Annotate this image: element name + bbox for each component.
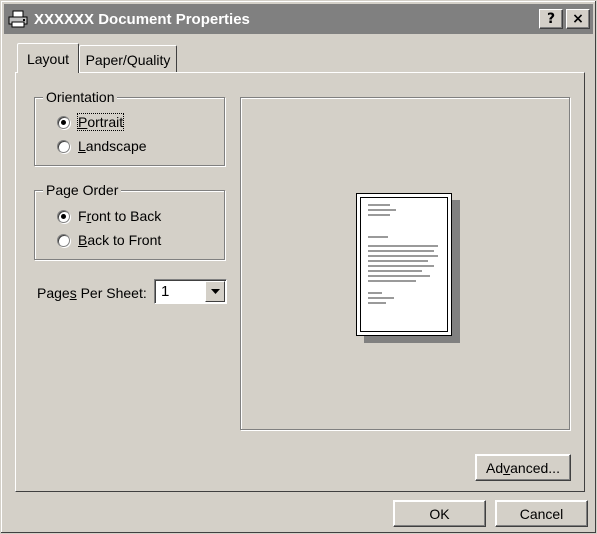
preview-text-line <box>368 204 390 206</box>
preview-text-line <box>368 260 428 262</box>
preview-text-line <box>368 280 416 282</box>
preview-text-line <box>368 265 434 267</box>
page-order-group-title: Page Order <box>43 181 122 199</box>
portrait-label: Portrait <box>76 113 125 131</box>
back-to-front-label: Back to Front <box>78 232 162 248</box>
page-order-group: Page Order <box>34 181 225 260</box>
preview-text-line <box>368 245 438 247</box>
close-icon: × <box>572 11 584 27</box>
radio-selected-dot <box>61 213 66 219</box>
close-button[interactable]: × <box>566 9 590 29</box>
page-preview <box>356 193 452 336</box>
cancel-button[interactable]: Cancel <box>495 500 588 527</box>
window-title: XXXXXX Document Properties <box>34 10 250 28</box>
orientation-group-title: Orientation <box>43 88 118 106</box>
tab-paper-quality-label: Paper/Quality <box>85 51 171 68</box>
cancel-button-label: Cancel <box>519 505 564 522</box>
preview-text-line <box>368 209 396 211</box>
ok-button[interactable]: OK <box>393 500 486 527</box>
title-bar[interactable]: XXXXXX Document Properties ? × <box>4 4 593 34</box>
pages-per-sheet-value: 1 <box>161 283 170 300</box>
preview-text-line <box>368 270 422 272</box>
document-properties-dialog: XXXXXX Document Properties ? × Layout Pa… <box>0 0 597 534</box>
tab-layout[interactable]: Layout <box>17 43 79 73</box>
ok-button-label: OK <box>429 505 450 522</box>
chevron-down-icon <box>210 288 220 294</box>
radio-selected-dot <box>61 119 66 125</box>
page-preview-border <box>360 197 448 332</box>
portrait-radio-button[interactable] <box>57 115 70 129</box>
back-to-front-radio[interactable]: Back to Front <box>57 232 161 248</box>
preview-text-line <box>368 255 438 257</box>
orientation-group: Orientation <box>34 88 225 166</box>
preview-text-line <box>368 275 430 277</box>
pages-per-sheet-select[interactable]: 1 <box>154 279 227 304</box>
help-icon: ? <box>546 11 556 27</box>
back-to-front-radio-button[interactable] <box>57 233 70 247</box>
preview-text-line <box>368 302 386 304</box>
portrait-radio[interactable]: Portrait <box>57 113 125 131</box>
landscape-radio[interactable]: Landscape <box>57 138 147 154</box>
pages-per-sheet-label: Pages Per Sheet: <box>37 285 147 301</box>
tab-paper-quality[interactable]: Paper/Quality <box>79 45 177 73</box>
landscape-label: Landscape <box>78 138 147 154</box>
advanced-button-label: Advanced... <box>486 459 560 476</box>
preview-text-line <box>368 214 390 216</box>
printer-icon <box>8 10 28 28</box>
preview-text-line <box>368 297 394 299</box>
preview-text-line <box>368 236 388 238</box>
front-to-back-label: Front to Back <box>78 208 162 224</box>
dropdown-button[interactable] <box>205 281 225 302</box>
preview-text-line <box>368 250 434 252</box>
front-to-back-radio[interactable]: Front to Back <box>57 208 161 224</box>
front-to-back-radio-button[interactable] <box>57 209 70 223</box>
tab-layout-label: Layout <box>26 50 70 67</box>
help-button[interactable]: ? <box>539 9 563 29</box>
advanced-button[interactable]: Advanced... <box>475 454 571 481</box>
preview-text-line <box>368 292 382 294</box>
landscape-radio-button[interactable] <box>57 139 70 153</box>
